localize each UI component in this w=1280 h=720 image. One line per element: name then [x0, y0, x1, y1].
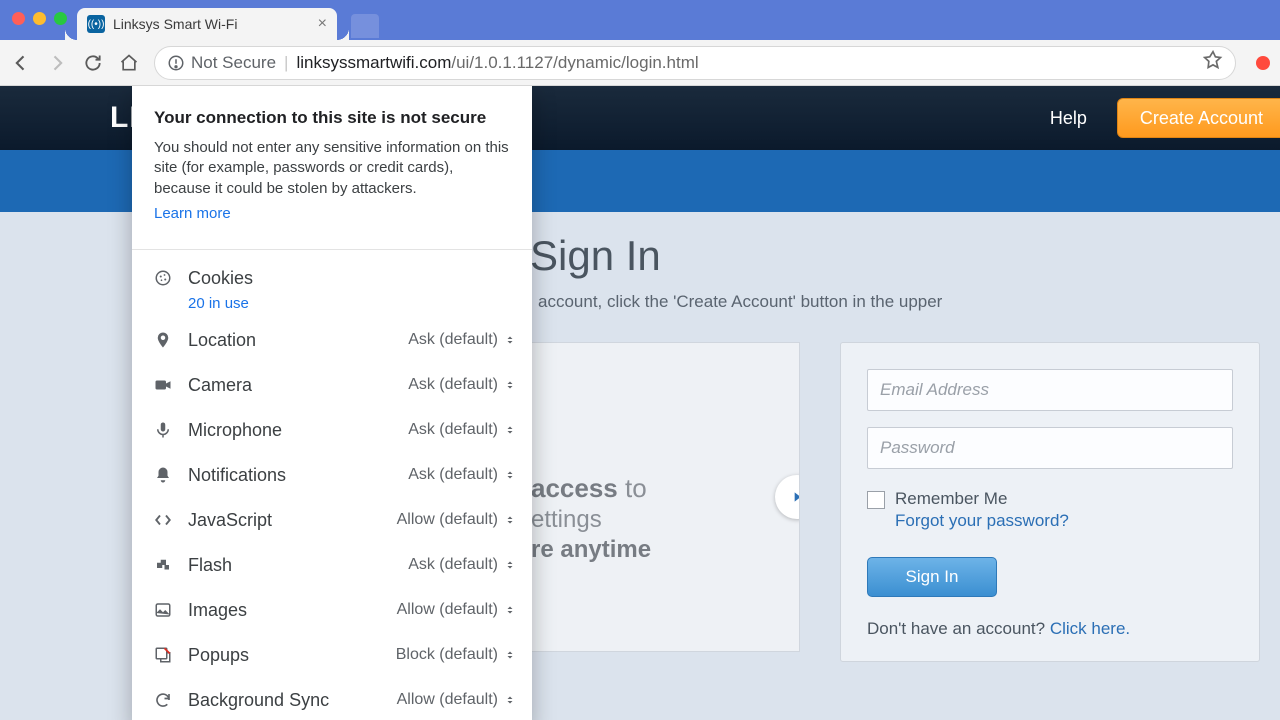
tab-title: Linksys Smart Wi-Fi [113, 16, 310, 32]
permission-value-select[interactable]: Allow (default) [397, 511, 516, 529]
microphone-icon [152, 421, 174, 439]
no-account-text: Don't have an account? Click here. [867, 619, 1233, 639]
permission-row-notifications: NotificationsAsk (default) [132, 453, 532, 498]
address-bar: Not Secure | linksyssmartwifi.com/ui/1.0… [0, 40, 1280, 86]
permission-label: JavaScript [174, 510, 397, 531]
permission-value-select[interactable]: Allow (default) [397, 601, 516, 619]
flash-icon [152, 556, 174, 574]
permission-label: Popups [174, 645, 396, 666]
permission-value-select[interactable]: Allow (default) [397, 691, 516, 709]
permission-row-microphone: MicrophoneAsk (default) [132, 408, 532, 453]
bookmark-star-icon[interactable] [1203, 50, 1223, 75]
permission-row-popups: PopupsBlock (default) [132, 633, 532, 678]
permission-label: Images [174, 600, 397, 621]
popups-icon [152, 646, 174, 664]
permission-label: Camera [174, 375, 408, 396]
create-account-link[interactable]: Click here. [1050, 619, 1130, 638]
permission-value-select[interactable]: Ask (default) [408, 466, 516, 484]
cookies-in-use-link[interactable]: 20 in use [132, 295, 532, 312]
close-window-button[interactable] [12, 12, 25, 25]
home-button[interactable] [118, 52, 140, 74]
permission-value-select[interactable]: Ask (default) [408, 331, 516, 349]
permission-label: Notifications [174, 465, 408, 486]
remember-me-checkbox[interactable] [867, 491, 885, 509]
security-label: Not Secure [191, 53, 276, 73]
zoom-window-button[interactable] [54, 12, 67, 25]
signin-button[interactable]: Sign In [867, 557, 997, 597]
permission-row-camera: CameraAsk (default) [132, 363, 532, 408]
page-title: Sign In [530, 232, 1280, 280]
carousel-next-button[interactable] [775, 475, 800, 519]
forgot-password-link[interactable]: Forgot your password? [895, 511, 1233, 531]
permission-row-javascript: JavaScriptAllow (default) [132, 498, 532, 543]
permission-label: Location [174, 330, 408, 351]
new-tab-button[interactable] [351, 14, 379, 38]
bgsync-icon [152, 691, 174, 709]
extension-indicator[interactable] [1256, 56, 1270, 70]
notifications-icon [152, 466, 174, 484]
browser-tab[interactable]: ((•)) Linksys Smart Wi-Fi × [77, 8, 337, 40]
password-field[interactable] [867, 427, 1233, 469]
url-text: linksyssmartwifi.com/ui/1.0.1.1127/dynam… [296, 53, 698, 73]
permission-row-flash: FlashAsk (default) [132, 543, 532, 588]
popover-description: You should not enter any sensitive infor… [154, 138, 510, 199]
forward-button[interactable] [46, 52, 68, 74]
camera-icon [152, 376, 174, 394]
popover-title: Your connection to this site is not secu… [154, 108, 510, 128]
permission-value-select[interactable]: Block (default) [396, 646, 516, 664]
help-link[interactable]: Help [1020, 108, 1117, 129]
permission-value-select[interactable]: Ask (default) [408, 376, 516, 394]
minimize-window-button[interactable] [33, 12, 46, 25]
site-security-chip[interactable]: Not Secure [167, 53, 276, 73]
permission-label: Microphone [174, 420, 408, 441]
images-icon [152, 601, 174, 619]
site-info-popover: Your connection to this site is not secu… [132, 86, 532, 720]
close-tab-icon[interactable]: × [318, 15, 327, 33]
learn-more-link[interactable]: Learn more [154, 205, 231, 222]
tab-favicon: ((•)) [87, 15, 105, 33]
tab-strip: ((•)) Linksys Smart Wi-Fi × [0, 4, 1280, 40]
permission-row-bgsync: Background SyncAllow (default) [132, 678, 532, 720]
omnibox[interactable]: Not Secure | linksyssmartwifi.com/ui/1.0… [154, 46, 1236, 80]
email-field[interactable] [867, 369, 1233, 411]
permission-value-select[interactable]: Ask (default) [408, 556, 516, 574]
javascript-icon [152, 511, 174, 529]
permission-row-location: LocationAsk (default) [132, 318, 532, 363]
permission-row-images: ImagesAllow (default) [132, 588, 532, 633]
cookie-icon [152, 269, 174, 287]
page-subtitle: account, click the 'Create Account' butt… [538, 292, 1280, 312]
permission-label: Background Sync [174, 690, 397, 711]
back-button[interactable] [10, 52, 32, 74]
permission-label: Flash [174, 555, 408, 576]
remember-me-label: Remember Me [895, 489, 1007, 509]
reload-button[interactable] [82, 52, 104, 74]
signin-card: Remember Me Forgot your password? Sign I… [840, 342, 1260, 662]
location-icon [152, 331, 174, 349]
create-account-button[interactable]: Create Account [1117, 98, 1280, 138]
permission-value-select[interactable]: Ask (default) [408, 421, 516, 439]
